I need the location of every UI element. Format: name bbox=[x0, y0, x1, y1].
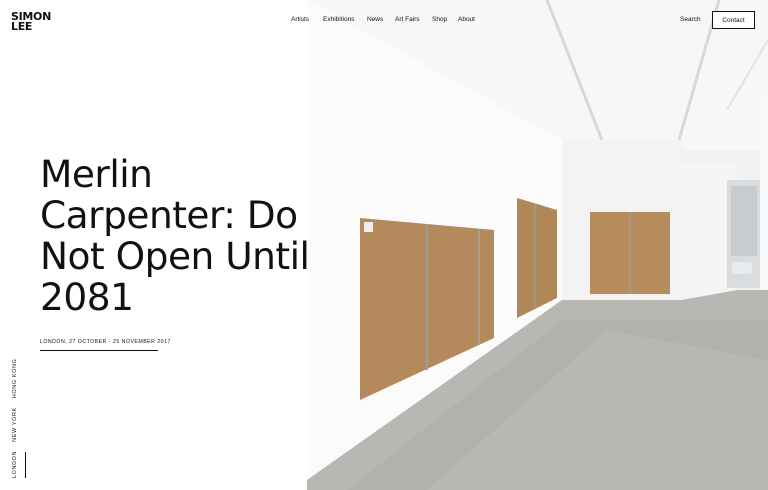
location-new-york[interactable]: NEW YORK bbox=[12, 407, 18, 442]
exhibition-hero-image bbox=[307, 0, 768, 490]
nav-item-shop[interactable]: Shop bbox=[432, 16, 447, 23]
nav-item-art-fairs[interactable]: Art Fairs bbox=[395, 16, 420, 23]
search-link[interactable]: Search bbox=[680, 16, 701, 23]
contact-button[interactable]: Contact bbox=[712, 11, 755, 29]
active-location-indicator bbox=[25, 452, 26, 478]
brand-logo-line-2: LEE bbox=[11, 20, 33, 33]
nav-item-artists[interactable]: Artists bbox=[291, 16, 309, 23]
exhibition-title: Merlin Carpenter: Do Not Open Until 2081 bbox=[40, 152, 310, 319]
nav-item-news[interactable]: News bbox=[367, 16, 383, 23]
location-switcher: LONDON NEW YORK HONG KONG bbox=[12, 359, 18, 478]
nav-item-exhibitions[interactable]: Exhibitions bbox=[323, 16, 354, 23]
location-london[interactable]: LONDON bbox=[12, 451, 18, 478]
nav-item-about[interactable]: About bbox=[458, 16, 475, 23]
location-hong-kong[interactable]: HONG KONG bbox=[12, 359, 18, 399]
brand-logo[interactable]: SIMON LEE bbox=[11, 11, 51, 33]
gallery-interior-illustration bbox=[307, 0, 768, 490]
exhibition-dates: LONDON, 27 OCTOBER - 25 NOVEMBER 2017 bbox=[40, 339, 171, 345]
dates-underline bbox=[40, 350, 158, 351]
